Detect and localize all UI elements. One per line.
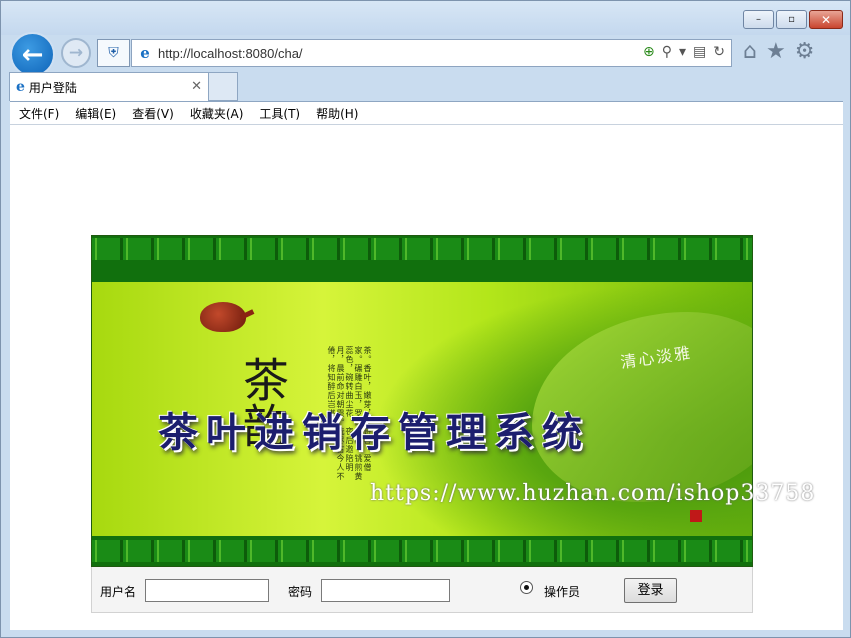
watermark-text: https://www.huzhan.com/ishop33758: [370, 481, 816, 506]
arrow-right-icon: →: [68, 43, 84, 63]
compatibility-icon[interactable]: ⊕: [643, 44, 655, 60]
back-button[interactable]: ←: [10, 32, 55, 77]
menu-edit[interactable]: 编辑(E): [75, 105, 116, 122]
teapot-image: [200, 302, 246, 332]
username-input[interactable]: [145, 579, 269, 602]
page-content: 茶。香叶，嫩芽，慕诗客，爱僧家。碾雕白玉，罗织红纱。铫煎黄蕊色，碗转曲尘花。夜后…: [10, 125, 843, 630]
seal-stamp: [690, 510, 702, 522]
menu-help[interactable]: 帮助(H): [316, 105, 358, 122]
ie-page-icon: e: [140, 44, 150, 62]
dropdown-icon[interactable]: ▾: [679, 44, 686, 60]
refresh-icon[interactable]: ↻: [713, 44, 725, 60]
decorative-border-top: [92, 236, 752, 282]
login-banner: 茶。香叶，嫩芽，慕诗客，爱僧家。碾雕白玉，罗织红纱。铫煎黄蕊色，碗转曲尘花。夜后…: [91, 235, 753, 567]
favorites-star-icon[interactable]: ★: [766, 39, 786, 64]
operator-radio[interactable]: [520, 581, 533, 594]
new-tab-button[interactable]: [209, 72, 238, 101]
home-icon[interactable]: ⌂: [743, 39, 757, 64]
username-label: 用户名: [100, 585, 137, 599]
minimize-button[interactable]: –: [743, 10, 774, 29]
window-controls: – ▫ ✕: [743, 10, 843, 29]
menu-tools[interactable]: 工具(T): [259, 105, 300, 122]
shield-icon: ⛨: [108, 45, 119, 61]
system-title: 茶叶进销存管理系统: [158, 409, 590, 456]
decorative-border-bottom: [92, 536, 752, 566]
tab-title: 用户登陆: [28, 80, 77, 95]
password-input[interactable]: [321, 579, 450, 602]
menu-file[interactable]: 文件(F): [19, 105, 59, 122]
address-url[interactable]: http://localhost:8080/cha/: [158, 46, 303, 61]
maximize-button[interactable]: ▫: [776, 10, 807, 29]
ie-tab-icon: e: [16, 79, 25, 95]
login-form: 用户名 密码 操作员 登录: [91, 567, 753, 613]
gear-icon[interactable]: ⚙: [795, 39, 815, 64]
menu-bar: 文件(F) 编辑(E) 查看(V) 收藏夹(A) 工具(T) 帮助(H): [10, 101, 843, 125]
password-label: 密码: [288, 585, 313, 599]
search-icon[interactable]: ⚲: [662, 44, 672, 60]
browser-window: – ▫ ✕ ← → ⛨ e http://localhost:8080/cha/…: [0, 0, 851, 638]
security-shield-button[interactable]: ⛨: [97, 39, 130, 67]
tab-login[interactable]: e 用户登陆 ✕: [9, 72, 209, 101]
login-button[interactable]: 登录: [624, 578, 677, 603]
arrow-left-icon: ←: [21, 39, 44, 70]
menu-favorites[interactable]: 收藏夹(A): [190, 105, 244, 122]
broken-page-icon[interactable]: ▤: [693, 44, 706, 60]
title-bar: – ▫ ✕: [1, 1, 850, 35]
close-button[interactable]: ✕: [809, 10, 843, 29]
menu-view[interactable]: 查看(V): [132, 105, 174, 122]
address-bar[interactable]: e http://localhost:8080/cha/ ⊕ ⚲ ▾ ▤ ↻: [131, 39, 732, 67]
browser-tools: ⌂ ★ ⚙: [743, 39, 814, 64]
address-tools: ⊕ ⚲ ▾ ▤ ↻: [643, 44, 725, 60]
operator-label: 操作员: [544, 585, 581, 599]
tab-close-icon[interactable]: ✕: [191, 79, 202, 94]
forward-button[interactable]: →: [61, 38, 91, 68]
radio-selected-dot: [524, 585, 529, 590]
